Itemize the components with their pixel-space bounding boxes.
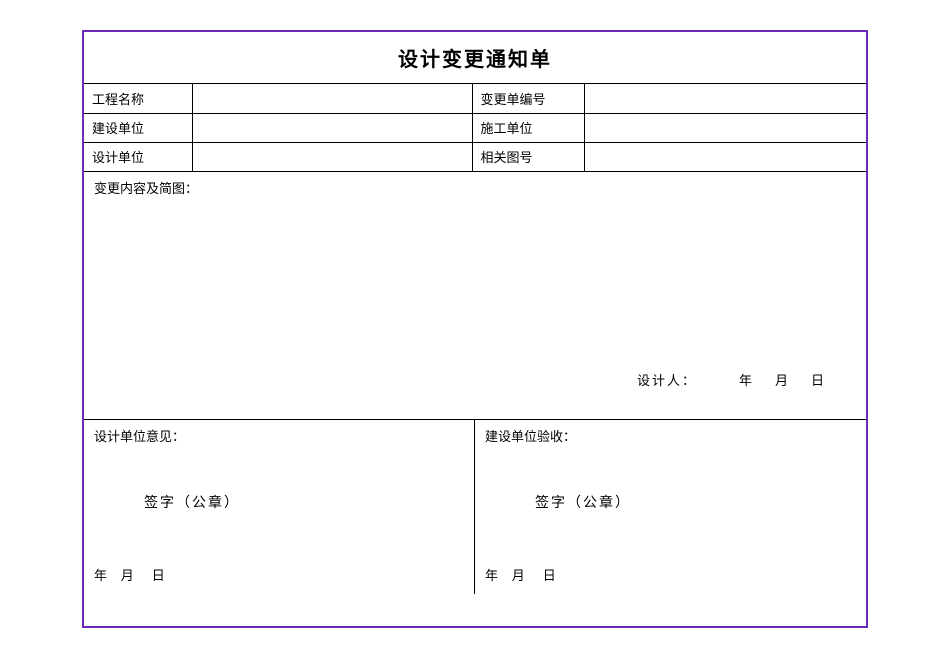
construction-unit-acceptance-heading: 建设单位验收： [485,429,576,444]
meta-row-project: 工程名称 变更单编号 [84,84,866,113]
meta-row-design: 设计单位 相关图号 [84,142,866,171]
form-outer: 设计变更通知单 工程名称 变更单编号 建设单位 施工单位 设计单位 相关图号 [82,30,868,628]
value-related-drawing[interactable] [584,142,866,171]
approval-row: 设计单位意见： 签字（公章） 年 月 日 建设单位验收： 签字（公章） 年 月 … [84,420,866,594]
value-design-unit[interactable] [192,142,472,171]
label-project-name: 工程名称 [84,84,192,113]
design-unit-opinion-heading: 设计单位意见： [94,429,185,444]
value-project-name[interactable] [192,84,472,113]
label-related-drawing: 相关图号 [472,142,584,171]
design-unit-date[interactable]: 年 月 日 [94,565,166,584]
form-title: 设计变更通知单 [398,43,552,72]
title-row: 设计变更通知单 [84,32,866,84]
designer-date-line[interactable]: 设计人： 年 月 日 [637,370,826,389]
meta-row-owner: 建设单位 施工单位 [84,113,866,142]
label-contractor: 施工单位 [472,113,584,142]
label-construction-unit: 建设单位 [84,113,192,142]
change-content-heading: 变更内容及简图： [94,181,198,196]
design-unit-opinion-cell: 设计单位意见： 签字（公章） 年 月 日 [84,420,475,594]
change-content-block: 变更内容及简图： 设计人： 年 月 日 [84,172,866,420]
construction-unit-signature-label[interactable]: 签字（公章） [535,492,631,512]
label-design-unit: 设计单位 [84,142,192,171]
value-change-number[interactable] [584,84,866,113]
construction-unit-acceptance-cell: 建设单位验收： 签字（公章） 年 月 日 [475,420,866,594]
page: 设计变更通知单 工程名称 变更单编号 建设单位 施工单位 设计单位 相关图号 [0,0,945,669]
value-construction-unit[interactable] [192,113,472,142]
design-unit-signature-label[interactable]: 签字（公章） [144,492,240,512]
label-change-number: 变更单编号 [472,84,584,113]
meta-table: 工程名称 变更单编号 建设单位 施工单位 设计单位 相关图号 [84,84,866,172]
value-contractor[interactable] [584,113,866,142]
construction-unit-date[interactable]: 年 月 日 [485,565,557,584]
